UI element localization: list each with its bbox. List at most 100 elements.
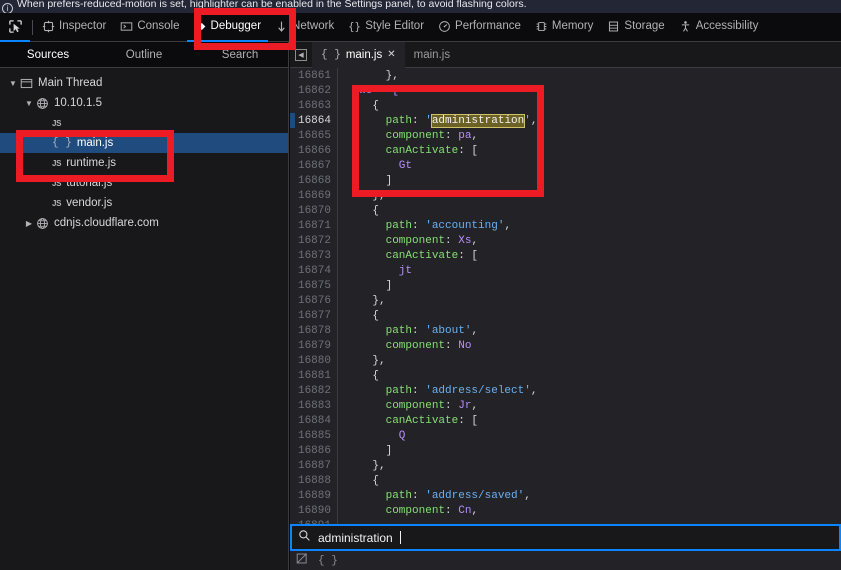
tool-tab-inspector[interactable]: Inspector: [35, 13, 113, 42]
code-text: Q: [338, 430, 406, 442]
tree-item-main-thread[interactable]: ▼ Main Thread: [0, 73, 288, 93]
brace-icon: { }: [52, 137, 72, 149]
tool-tab-accessibility[interactable]: Accessibility: [672, 13, 766, 42]
code-text: jt: [338, 265, 412, 277]
chevron-right-icon[interactable]: ▶: [22, 219, 36, 228]
code-text: },: [338, 190, 385, 202]
sources-subtab-outline[interactable]: Outline: [96, 42, 192, 68]
code-line: 16880 },: [290, 353, 841, 368]
code-text: canActivate: [: [338, 415, 478, 427]
code-token: },: [346, 354, 386, 367]
code-text: component: No: [338, 340, 472, 352]
code-token: ': [425, 114, 432, 127]
tree-item-tutorial-js[interactable]: JS tutorial.js: [0, 173, 288, 193]
editor-tab-1[interactable]: main.js: [405, 49, 459, 61]
code-text: path: 'administration',: [338, 113, 537, 128]
code-line: 16879 component: No: [290, 338, 841, 353]
tool-tab-label: Performance: [455, 20, 521, 32]
tool-tab-label: Console: [137, 20, 180, 32]
code-token: ,: [504, 219, 512, 232]
code-token: canActivate: [346, 144, 459, 157]
code-token: Jr: [458, 399, 472, 412]
tree-item-main-js[interactable]: { } main.js: [0, 133, 288, 153]
element-picker-icon[interactable]: [0, 13, 30, 42]
editor-tab-0[interactable]: { } main.js ✕: [312, 41, 405, 68]
tool-tab-debugger[interactable]: Debugger: [186, 13, 269, 42]
code-token: : [: [458, 249, 479, 262]
code-token: :: [445, 129, 459, 142]
tool-tab-style-editor[interactable]: {} Style Editor: [341, 13, 431, 42]
code-text: ]: [338, 445, 393, 457]
tree-item-vendor-js[interactable]: JS vendor.js: [0, 193, 288, 213]
code-line: 16885 Q: [290, 428, 841, 443]
code-token: {: [346, 369, 380, 382]
collapse-pane-icon[interactable]: ◀: [290, 42, 312, 68]
line-number: 16890: [295, 504, 337, 517]
svg-text:{}: {}: [348, 20, 361, 32]
line-number: 16872: [295, 234, 337, 247]
editor-tab-label: main.js: [413, 48, 451, 61]
js-file-icon: JS: [52, 118, 62, 128]
tool-tab-label: Accessibility: [695, 20, 759, 32]
code-line: 16873 canActivate: [: [290, 248, 841, 263]
code-line: 16878 path: 'about',: [290, 323, 841, 338]
code-token: {: [346, 474, 380, 487]
brace-icon: { }: [321, 48, 341, 61]
code-token: pa: [458, 129, 472, 142]
line-number: 16875: [295, 279, 337, 292]
tree-item-cdnjs-cloudflare-com[interactable]: ▶ cdnjs.cloudflare.com: [0, 213, 288, 233]
code-token: {: [346, 99, 380, 112]
code-token: ,: [471, 504, 479, 517]
chevron-down-icon[interactable]: ▼: [22, 99, 36, 108]
editor-pane: ◀ { } main.js ✕ main.js 16861 }, 16862 Wc = …: [290, 41, 841, 570]
code-text: canActivate: [: [338, 145, 478, 157]
code-text: path: 'accounting',: [338, 220, 511, 232]
line-number: 16876: [295, 294, 337, 307]
code-token: :: [445, 504, 459, 517]
storage-icon: [607, 20, 620, 33]
code-line: 16865 component: pa,: [290, 128, 841, 143]
line-number: 16885: [295, 429, 337, 442]
pretty-print-icon[interactable]: [296, 552, 309, 570]
style-editor-icon: {}: [348, 20, 361, 33]
line-number: 16862: [295, 84, 337, 97]
tree-item[interactable]: JS: [0, 113, 288, 133]
code-token: Cn: [458, 504, 472, 517]
line-number: 16863: [295, 99, 337, 112]
code-token: ,: [530, 384, 538, 397]
code-token: :: [412, 114, 426, 127]
tool-tab-network[interactable]: Network: [268, 13, 341, 42]
tool-tab-label: Debugger: [210, 20, 262, 32]
tool-tab-storage[interactable]: Storage: [600, 13, 671, 42]
code-text: {: [338, 475, 379, 487]
close-icon[interactable]: ✕: [387, 49, 395, 60]
chevron-down-icon[interactable]: ▼: [6, 79, 20, 88]
code-line: 16875 ]: [290, 278, 841, 293]
code-token: component: [346, 504, 446, 517]
sources-subtab-sources[interactable]: Sources: [0, 42, 96, 68]
line-number: 16886: [295, 444, 337, 457]
code-token: :: [412, 324, 426, 337]
code-text: },: [338, 460, 385, 472]
editor-tab-label: main.js: [345, 48, 383, 61]
tool-tab-memory[interactable]: Memory: [528, 13, 601, 42]
code-text: {: [338, 370, 379, 382]
find-in-file-bar[interactable]: administration: [290, 524, 841, 551]
code-viewer[interactable]: 16861 }, 16862 Wc = [16863 {16864 path: '…: [290, 68, 841, 545]
tree-item-10-10-1-5[interactable]: ▼ 10.10.1.5: [0, 93, 288, 113]
code-line: 16887 },: [290, 458, 841, 473]
search-input[interactable]: administration: [318, 531, 393, 545]
debugger-icon: [194, 20, 207, 33]
line-number: 16865: [295, 129, 337, 142]
tool-tab-console[interactable]: Console: [113, 13, 186, 42]
js-file-icon: JS: [52, 158, 62, 168]
code-token: 'address/select': [425, 384, 531, 397]
sources-subtab-search[interactable]: Search: [192, 42, 288, 68]
tree-item-runtime-js[interactable]: JS runtime.js: [0, 153, 288, 173]
tool-tab-performance[interactable]: Performance: [431, 13, 528, 42]
code-token: component: [346, 399, 446, 412]
code-line: 16869 },: [290, 188, 841, 203]
code-token: :: [412, 384, 426, 397]
code-text: {: [338, 100, 379, 112]
code-token: canActivate: [346, 414, 459, 427]
